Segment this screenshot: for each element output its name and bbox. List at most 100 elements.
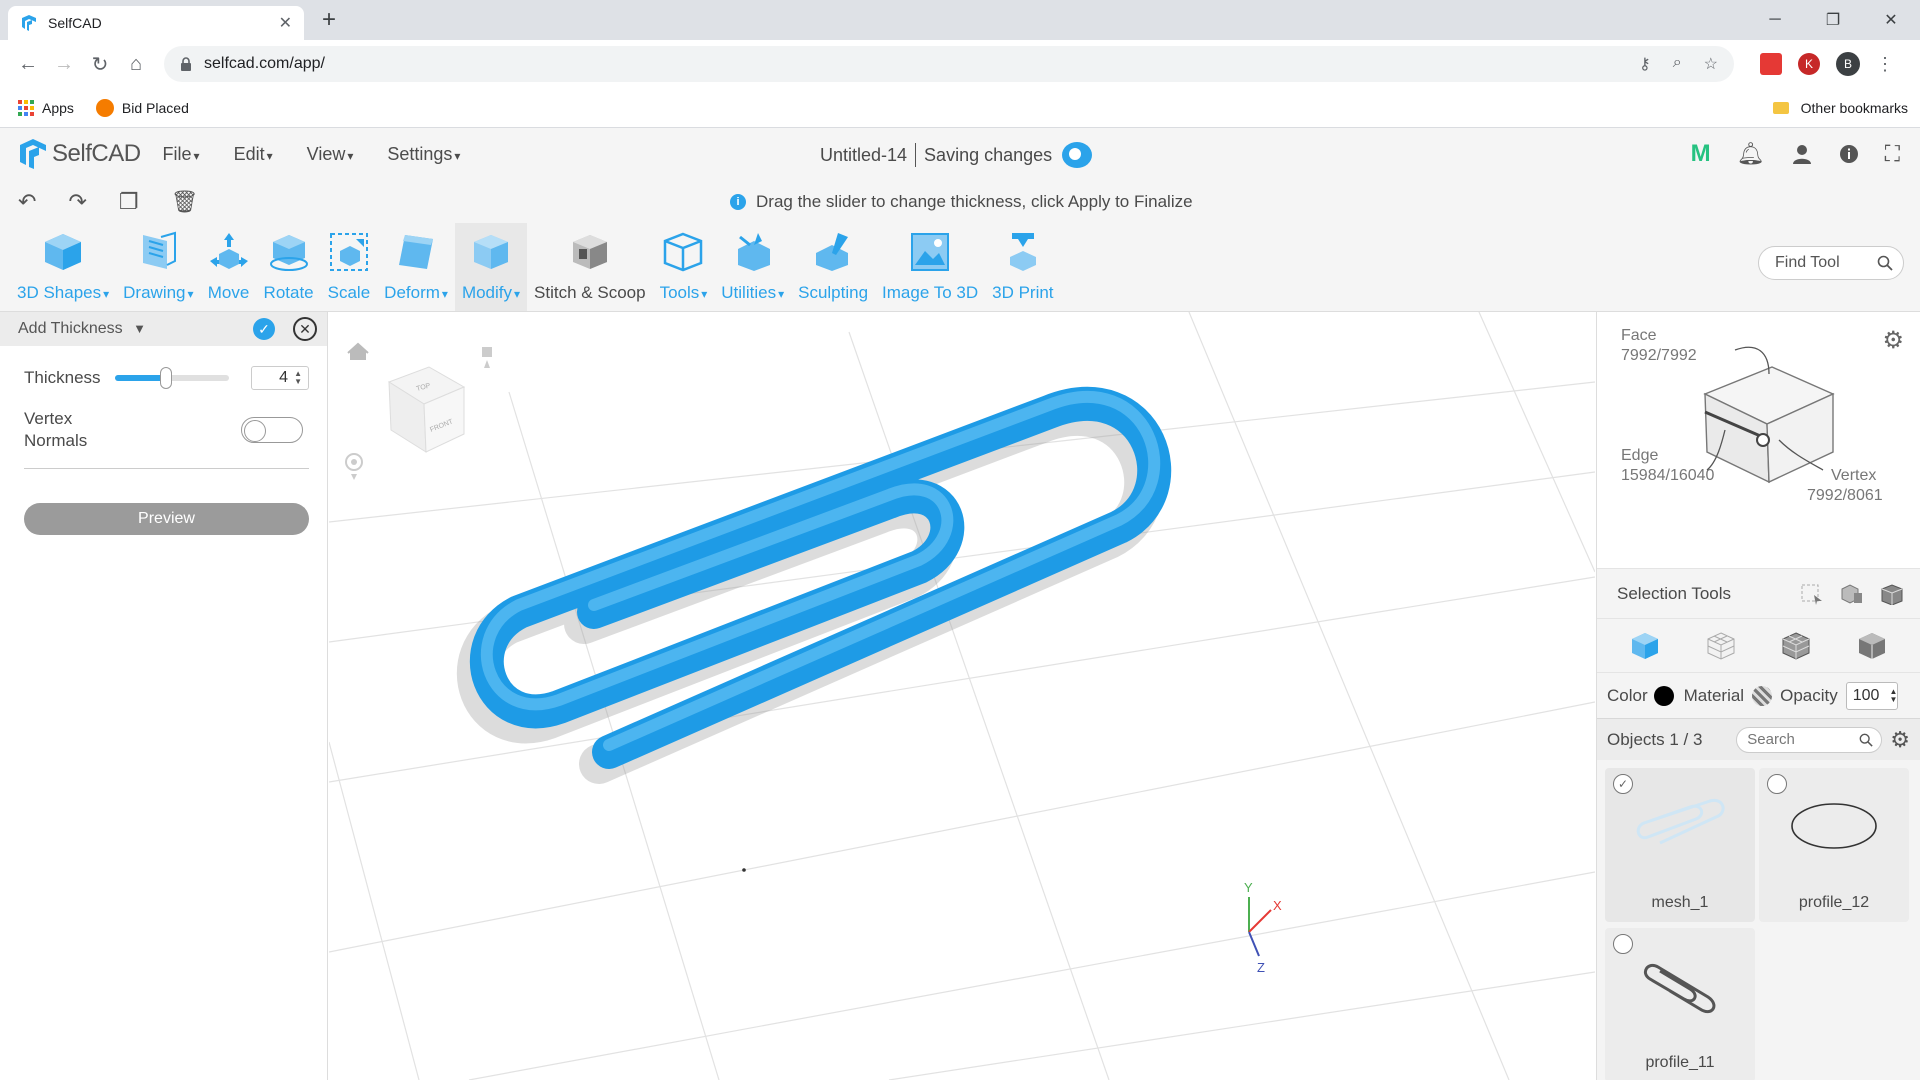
gear-icon[interactable]: ⚙ — [1882, 326, 1904, 355]
edge-label[interactable]: Edge — [1621, 446, 1658, 466]
close-window-icon[interactable]: ✕ — [1862, 0, 1920, 40]
thickness-slider-thumb[interactable] — [160, 367, 173, 389]
fullscreen-icon[interactable]: ⛶ — [1885, 141, 1900, 167]
object-checkbox[interactable] — [1767, 774, 1787, 794]
panel-title[interactable]: Add Thickness ▼ — [18, 320, 253, 338]
orbit-navigation-icon[interactable] — [345, 453, 363, 480]
bell-icon[interactable]: 🔔︎ — [1737, 141, 1765, 167]
tool-deform[interactable]: Deform — [377, 223, 455, 311]
selection-tools-label: Selection Tools — [1617, 583, 1732, 603]
opacity-input[interactable]: 100 ▲ ▼ — [1845, 681, 1898, 710]
object-checkbox[interactable] — [1613, 934, 1633, 954]
user-m-icon[interactable]: M — [1691, 140, 1711, 168]
object-card-profile-11[interactable]: profile_11 — [1605, 928, 1755, 1080]
main-toolbar: 3D Shapes Drawing Move — [0, 223, 1920, 312]
opacity-spinner-icon[interactable]: ▲ ▼ — [1889, 687, 1897, 704]
objects-grid: ✓ mesh_1 profile_12 profile_11 — [1597, 760, 1920, 1080]
vertex-normals-toggle[interactable] — [241, 417, 303, 443]
tool-utilities[interactable]: Utilities — [714, 223, 791, 311]
material-icon[interactable] — [1752, 685, 1773, 706]
tool-sculpting[interactable]: Sculpting — [791, 223, 875, 311]
solid-mode-icon[interactable] — [1857, 631, 1887, 661]
tool-tools-label: Tools — [660, 283, 708, 303]
tool-modify-label: Modify — [462, 283, 520, 303]
home-view-icon[interactable] — [347, 342, 369, 360]
tool-scale[interactable]: Scale — [321, 223, 378, 311]
tab-close-icon[interactable]: ✕ — [279, 13, 292, 33]
move-icon — [209, 233, 248, 269]
object-checkbox[interactable]: ✓ — [1613, 774, 1633, 794]
reload-icon[interactable]: ↻ — [82, 46, 118, 82]
object-card-mesh-1[interactable]: ✓ mesh_1 — [1605, 768, 1755, 922]
object-card-profile-12[interactable]: profile_12 — [1759, 768, 1909, 922]
user-icon[interactable] — [1791, 143, 1813, 165]
new-tab-icon[interactable]: + — [322, 6, 336, 34]
pan-navigation-icon[interactable] — [482, 347, 492, 368]
mesh-mode-icon[interactable] — [1781, 631, 1811, 661]
restore-icon[interactable]: ❐ — [1804, 0, 1862, 40]
tool-3d-print[interactable]: 3D Print — [985, 223, 1060, 311]
objects-search-placeholder: Search — [1747, 731, 1795, 748]
info-icon[interactable] — [1839, 144, 1859, 164]
document-title[interactable]: Untitled-14 — [820, 145, 907, 166]
menu-file[interactable]: File — [163, 144, 200, 165]
undo-icon[interactable]: ↶ — [18, 189, 36, 215]
tool-3d-shapes[interactable]: 3D Shapes — [10, 223, 116, 311]
wireframe-mode-icon[interactable] — [1706, 631, 1736, 661]
minimize-icon[interactable]: ─ — [1746, 0, 1804, 40]
extension-k-icon[interactable]: K — [1798, 53, 1820, 75]
tool-stitch-scoop[interactable]: Stitch & Scoop — [527, 223, 653, 311]
key-icon[interactable]: ⚷ — [1639, 54, 1651, 74]
cancel-x-icon[interactable]: ✕ — [293, 317, 317, 341]
objects-count: Objects 1 / 3 — [1607, 729, 1703, 749]
tool-stitch-scoop-label: Stitch & Scoop — [534, 283, 646, 302]
back-icon[interactable]: ← — [10, 46, 46, 82]
paperclip-model[interactable] — [456, 387, 1172, 784]
chrome-menu-icon[interactable]: ⋮ — [1876, 54, 1894, 75]
forward-icon[interactable]: → — [46, 46, 82, 82]
color-swatch[interactable] — [1653, 685, 1674, 706]
preview-button[interactable]: Preview — [24, 503, 309, 535]
face-label[interactable]: Face — [1621, 326, 1657, 346]
object-mode-icon[interactable] — [1630, 631, 1660, 661]
saving-spinner-icon — [1062, 142, 1093, 168]
redo-icon[interactable]: ↷ — [68, 189, 86, 215]
zoom-icon[interactable]: ⌕ — [1673, 54, 1682, 74]
tool-rotate[interactable]: Rotate — [257, 223, 321, 311]
thickness-slider[interactable] — [114, 367, 230, 389]
extension-red-icon[interactable] — [1760, 53, 1782, 75]
box-select-icon[interactable] — [1800, 583, 1824, 605]
delete-icon[interactable]: 🗑︎ — [171, 189, 199, 215]
browser-tab[interactable]: SelfCAD ✕ — [8, 6, 304, 40]
view-cube[interactable]: TOP FRONT — [387, 366, 466, 453]
find-tool-input[interactable]: Find Tool — [1758, 246, 1904, 280]
select-all-icon[interactable] — [1880, 583, 1904, 605]
objects-settings-gear-icon[interactable]: ⚙ — [1890, 727, 1910, 753]
tool-tools[interactable]: Tools — [653, 223, 715, 311]
bookmark-star-icon[interactable]: ☆ — [1704, 54, 1718, 74]
thickness-label: Thickness — [24, 368, 101, 387]
menu-edit[interactable]: Edit — [234, 144, 273, 165]
thickness-input[interactable]: 4 ▲ ▼ — [251, 366, 309, 390]
home-icon[interactable]: ⌂ — [118, 46, 154, 82]
menu-view[interactable]: View — [307, 144, 354, 165]
select-cubes-icon[interactable] — [1840, 583, 1864, 605]
bookmark-bid-placed[interactable]: Bid Placed — [95, 98, 189, 117]
vertex-label[interactable]: Vertex — [1831, 466, 1876, 486]
apply-check-icon[interactable]: ✓ — [253, 318, 275, 340]
spinner-arrows-icon[interactable]: ▲ ▼ — [294, 370, 302, 386]
copy-icon[interactable]: ❐ — [119, 189, 139, 215]
objects-search-input[interactable]: Search — [1736, 726, 1883, 753]
selfcad-logo[interactable]: SelfCAD — [18, 138, 141, 170]
profile-avatar[interactable]: B — [1836, 52, 1860, 76]
bookmark-apps[interactable]: Apps — [18, 99, 74, 116]
thickness-slider-fill — [114, 375, 167, 381]
omnibox[interactable]: selfcad.com/app/ ⚷ ⌕ ☆ — [164, 46, 1734, 82]
tool-move[interactable]: Move — [201, 223, 257, 311]
tool-modify[interactable]: Modify — [454, 223, 528, 311]
3d-viewport[interactable]: TOP FRONT Y X Z — [329, 312, 1595, 1080]
tool-image-to-3d[interactable]: Image To 3D — [875, 223, 985, 311]
tool-drawing[interactable]: Drawing — [116, 223, 200, 311]
other-bookmarks[interactable]: Other bookmarks — [1772, 88, 1908, 128]
menu-settings[interactable]: Settings — [387, 144, 460, 165]
